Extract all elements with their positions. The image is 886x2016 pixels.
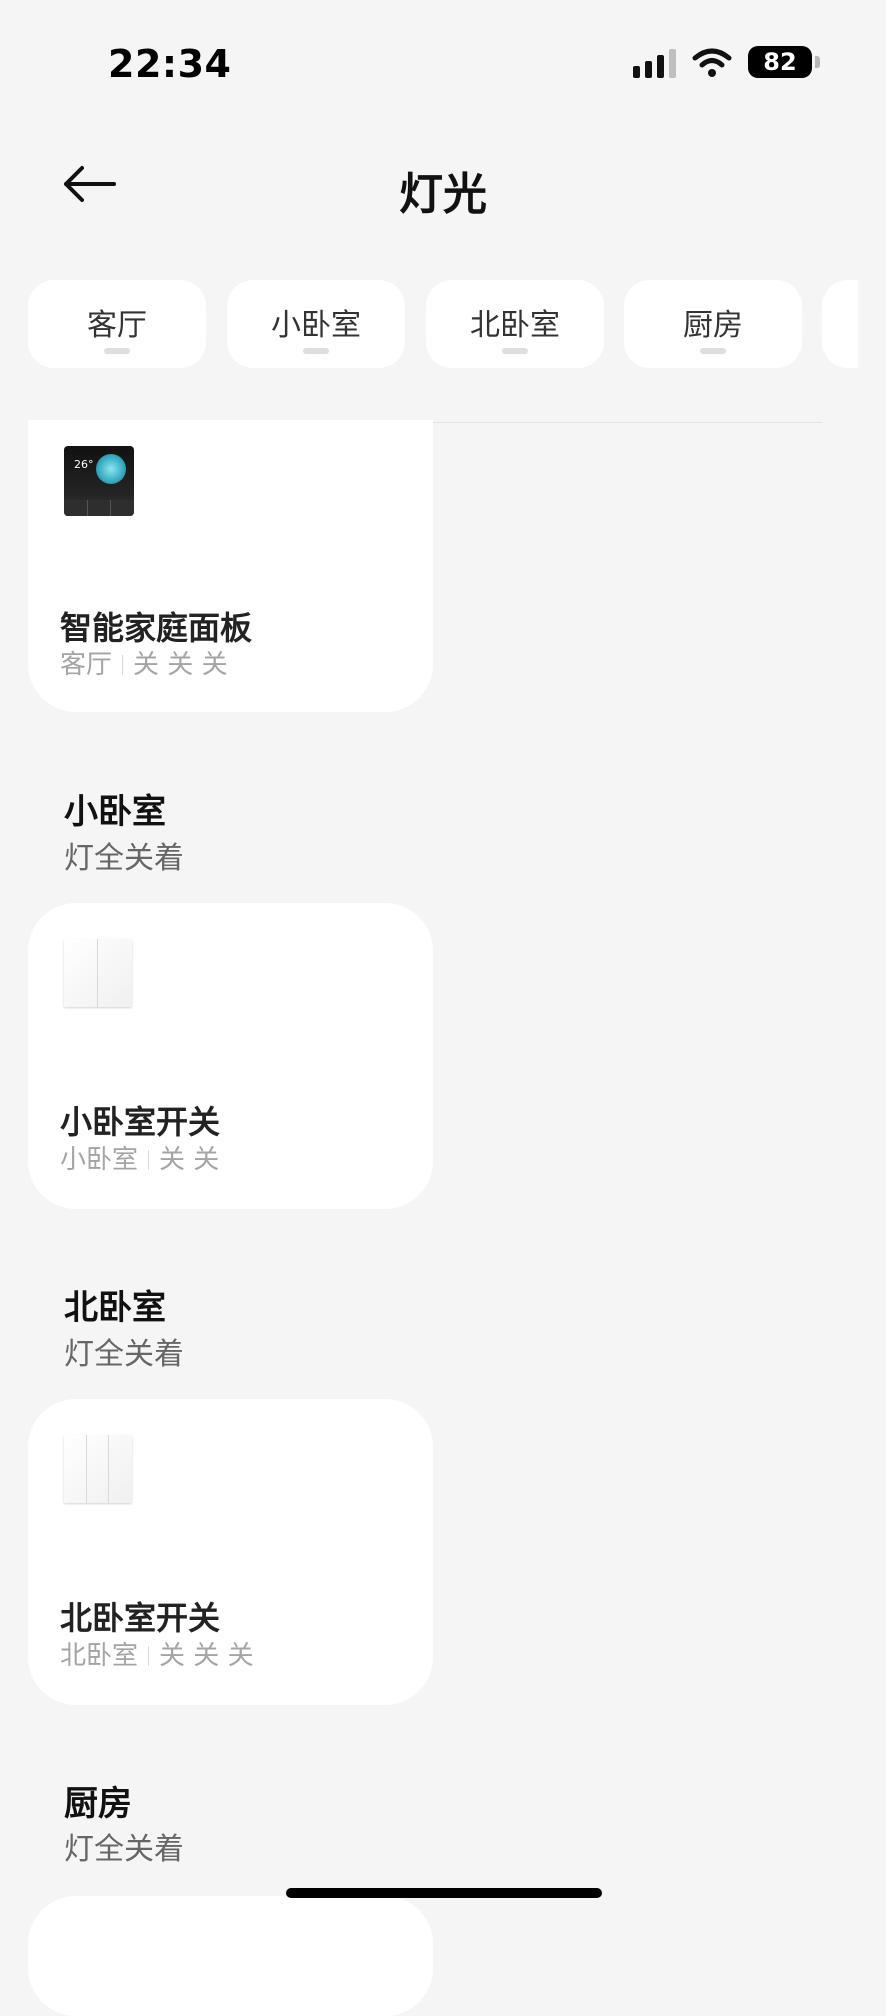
- room-tabs: 客厅 小卧室 北卧室 厨房: [28, 280, 858, 370]
- meta-separator: [148, 1646, 150, 1666]
- section-title: 北卧室: [64, 1288, 166, 1328]
- status-icons: 82: [633, 46, 820, 78]
- device-card-kitchen-partial[interactable]: [28, 1896, 433, 2016]
- switch-state-2: 关: [167, 650, 194, 680]
- battery-icon: 82: [748, 46, 820, 78]
- device-name: 北卧室开关: [60, 1599, 221, 1637]
- switch-three-gang-image: [64, 1435, 134, 1505]
- device-meta: 客厅关 关 关: [60, 644, 228, 681]
- section-title: 小卧室: [64, 792, 166, 832]
- tab-indicator: [303, 348, 329, 354]
- device-card-small-bedroom-switch[interactable]: 小卧室开关 小卧室关 关: [28, 903, 433, 1209]
- device-name: 智能家庭面板: [60, 609, 253, 647]
- tab-indicator: [104, 348, 130, 354]
- tab-north-bedroom[interactable]: 北卧室: [426, 280, 604, 368]
- switch-state-3: 关: [227, 1641, 254, 1671]
- device-name: 小卧室开关: [60, 1103, 221, 1141]
- switch-plate-icon: [64, 1435, 132, 1503]
- meta-separator: [148, 1150, 150, 1170]
- status-time: 22:34: [108, 42, 232, 86]
- switch-state-2: 关: [193, 1641, 220, 1671]
- device-card-smart-panel[interactable]: 26° 智能家庭面板 客厅关 关 关: [28, 420, 433, 712]
- smart-panel-image: 26°: [64, 446, 134, 516]
- tab-indicator: [502, 348, 528, 354]
- switch-state-1: 关: [159, 1145, 186, 1175]
- page-header: 灯光: [0, 140, 886, 230]
- panel-temperature: 26°: [74, 458, 94, 471]
- switch-plate-icon: [64, 939, 132, 1007]
- smart-panel-screen: 26°: [64, 446, 134, 516]
- section-status: 灯全关着: [64, 841, 184, 876]
- home-indicator[interactable]: [286, 1888, 602, 1898]
- tab-more-partial[interactable]: [822, 280, 858, 368]
- section-status: 灯全关着: [64, 1337, 184, 1372]
- switch-state-1: 关: [133, 650, 160, 680]
- switch-state-1: 关: [159, 1641, 186, 1671]
- panel-keys: [64, 500, 134, 516]
- tab-kitchen[interactable]: 厨房: [624, 280, 802, 368]
- tab-small-bedroom[interactable]: 小卧室: [227, 280, 405, 368]
- status-bar: 22:34 82: [0, 0, 886, 120]
- wifi-icon: [692, 48, 732, 77]
- switch-state-2: 关: [193, 1145, 220, 1175]
- device-room: 客厅: [60, 650, 113, 680]
- signal-icon: [633, 46, 676, 78]
- device-room: 北卧室: [60, 1641, 139, 1671]
- tab-indicator: [700, 348, 726, 354]
- switch-two-gang-image: [64, 939, 134, 1009]
- tab-label: 北卧室: [470, 308, 560, 343]
- tab-label: 厨房: [683, 308, 743, 343]
- device-room: 小卧室: [60, 1145, 139, 1175]
- section-status: 灯全关着: [64, 1832, 184, 1867]
- device-meta: 小卧室关 关: [60, 1139, 219, 1176]
- meta-separator: [122, 655, 124, 675]
- switch-state-3: 关: [201, 650, 228, 680]
- tab-label: 客厅: [87, 308, 147, 343]
- device-meta: 北卧室关 关 关: [60, 1635, 254, 1672]
- tab-label: 小卧室: [271, 308, 361, 343]
- section-title: 厨房: [64, 1784, 132, 1824]
- battery-level: 82: [763, 48, 797, 76]
- device-card-north-bedroom-switch[interactable]: 北卧室开关 北卧室关 关 关: [28, 1399, 433, 1705]
- page-title: 灯光: [399, 169, 487, 220]
- tab-living-room[interactable]: 客厅: [28, 280, 206, 368]
- flower-icon: [96, 454, 126, 484]
